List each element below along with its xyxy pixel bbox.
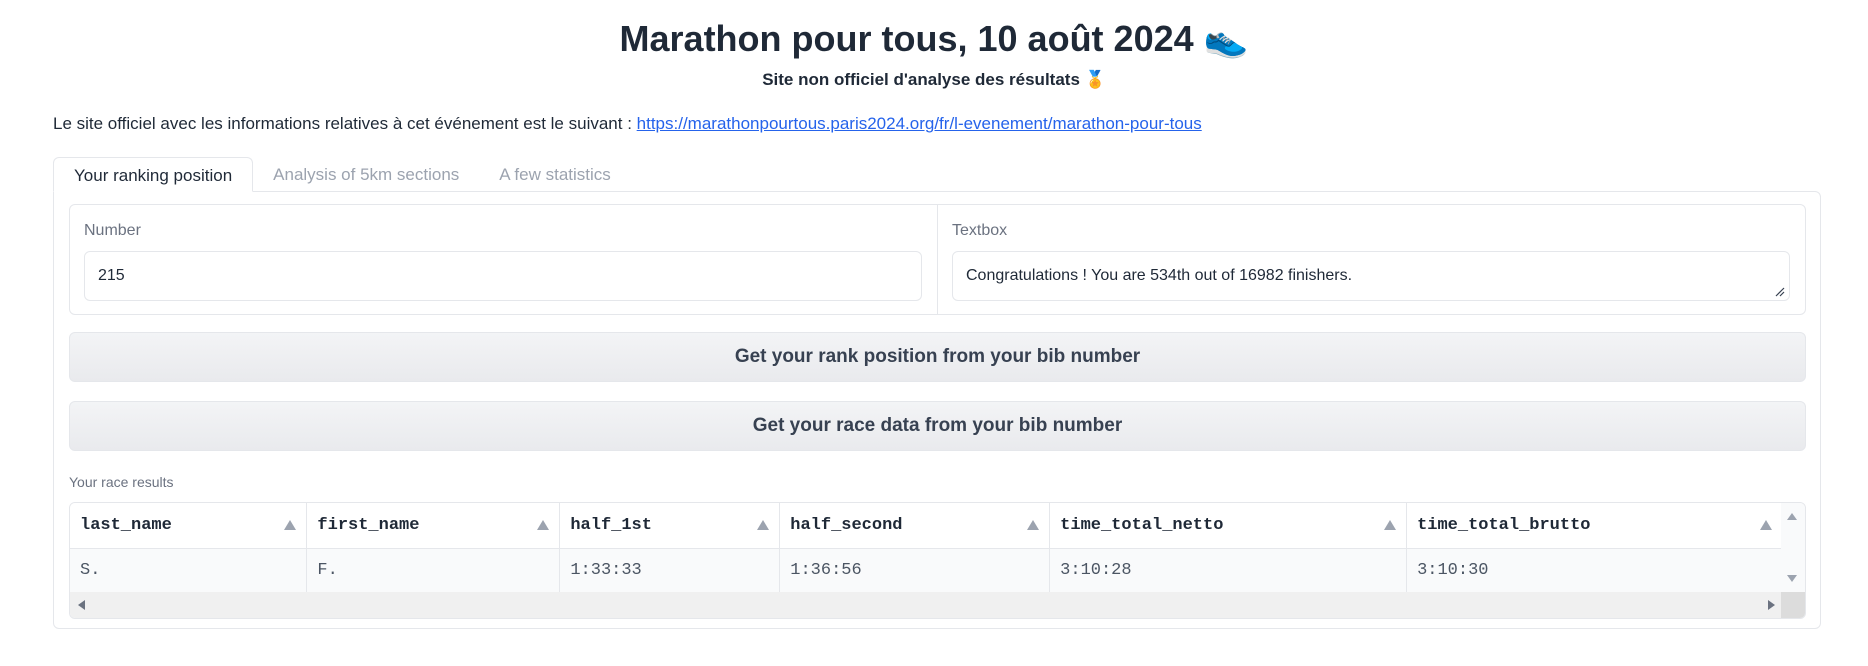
scroll-right-icon[interactable]	[1768, 600, 1775, 610]
table-cell[interactable]: 1:33:33	[559, 548, 781, 592]
tab-panel: Number 215 Textbox Congratulations ! You…	[53, 191, 1821, 629]
number-label: Number	[84, 222, 141, 239]
results-table: last_name first_name half_1st half_secon…	[69, 502, 1806, 619]
vertical-scrollbar[interactable]	[1781, 503, 1805, 592]
scroll-left-icon[interactable]	[78, 600, 85, 610]
bib-number-input[interactable]: 215	[84, 251, 922, 301]
intro-text: Le site officiel avec les informations r…	[53, 114, 637, 133]
sort-icon[interactable]	[757, 520, 770, 530]
textbox-block: Textbox Congratulations ! You are 534th …	[937, 205, 1805, 314]
column-header-half-second[interactable]: half_second	[779, 503, 1051, 549]
sort-icon[interactable]	[1384, 520, 1397, 530]
sort-icon[interactable]	[537, 520, 550, 530]
horizontal-scrollbar[interactable]	[70, 592, 1783, 618]
result-textbox[interactable]: Congratulations ! You are 534th out of 1…	[952, 251, 1790, 301]
page-title: Marathon pour tous, 10 août 2024 👟	[619, 18, 1249, 59]
column-header-time-total-netto[interactable]: time_total_netto	[1049, 503, 1408, 549]
scrollbar-corner	[1781, 592, 1805, 618]
resize-handle-icon[interactable]	[1775, 287, 1785, 297]
table-cell[interactable]: 3:10:28	[1049, 548, 1408, 592]
sort-icon[interactable]	[284, 520, 297, 530]
column-header-time-total-brutto[interactable]: time_total_brutto	[1406, 503, 1783, 549]
number-block: Number 215	[70, 205, 937, 314]
sort-icon[interactable]	[1027, 520, 1040, 530]
table-row: S. F. 1:33:33 1:36:56 3:10:28 3:10:30	[70, 548, 1783, 592]
input-output-row: Number 215 Textbox Congratulations ! You…	[69, 204, 1806, 315]
table-cell[interactable]: F.	[306, 548, 561, 592]
table-cell[interactable]: S.	[70, 548, 308, 592]
get-rank-button[interactable]: Get your rank position from your bib num…	[69, 332, 1806, 382]
column-header-half-1st[interactable]: half_1st	[559, 503, 781, 549]
scroll-up-icon[interactable]	[1787, 513, 1797, 520]
table-cell[interactable]: 1:36:56	[779, 548, 1051, 592]
column-header-last-name[interactable]: last_name	[70, 503, 308, 549]
column-label: first_name	[317, 515, 420, 535]
scroll-down-icon[interactable]	[1787, 575, 1797, 582]
column-label: time_total_brutto	[1417, 515, 1591, 535]
column-label: time_total_netto	[1060, 515, 1224, 535]
sort-icon[interactable]	[1760, 520, 1772, 530]
column-label: last_name	[80, 515, 172, 535]
textbox-label: Textbox	[952, 222, 1008, 239]
tab-ranking-position[interactable]: Your ranking position	[53, 157, 254, 192]
official-site-link[interactable]: https://marathonpourtous.paris2024.org/f…	[637, 114, 1202, 133]
intro-paragraph: Le site officiel avec les informations r…	[53, 114, 1202, 134]
table-cell[interactable]: 3:10:30	[1406, 548, 1783, 592]
column-label: half_1st	[570, 515, 652, 535]
column-label: half_second	[790, 515, 903, 535]
tab-5km-sections[interactable]: Analysis of 5km sections	[253, 157, 479, 192]
tab-bar: Your ranking position Analysis of 5km se…	[53, 157, 631, 192]
column-header-first-name[interactable]: first_name	[306, 503, 561, 549]
get-race-data-button[interactable]: Get your race data from your bib number	[69, 401, 1806, 451]
result-text: Congratulations ! You are 534th out of 1…	[966, 267, 1353, 284]
table-header-row: last_name first_name half_1st half_secon…	[70, 503, 1783, 549]
tab-statistics[interactable]: A few statistics	[479, 157, 630, 192]
results-label: Your race results	[69, 474, 174, 490]
page-subtitle: Site non officiel d'analyse des résultat…	[762, 70, 1106, 89]
